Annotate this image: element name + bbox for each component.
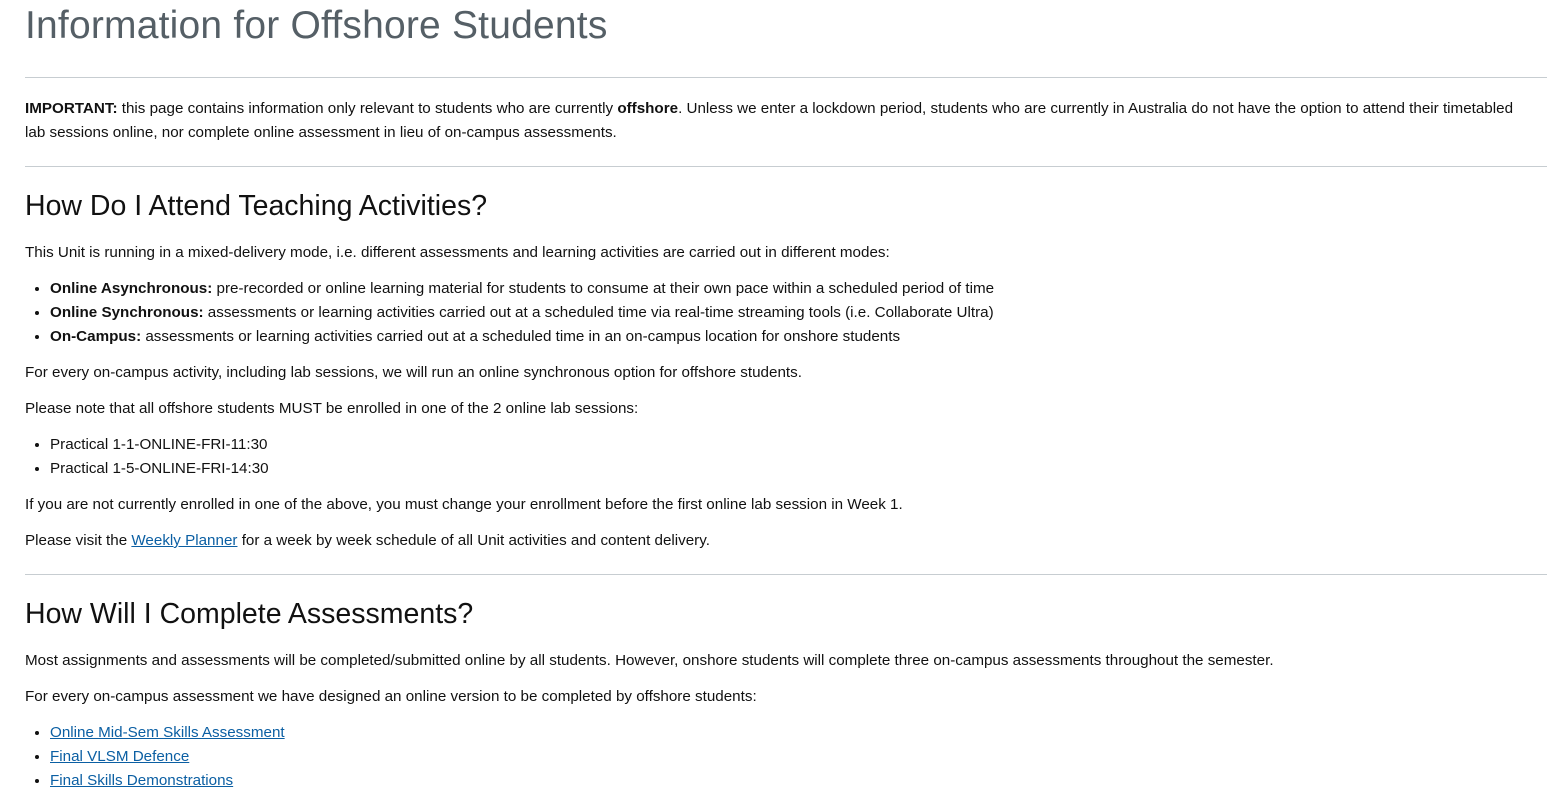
list-item: Final VLSM Defence <box>50 745 285 769</box>
page-title: Information for Offshore Students <box>25 4 608 47</box>
assess-intro: Most assignments and assessments will be… <box>25 649 1517 673</box>
important-text-1: this page contains information only rele… <box>117 100 618 117</box>
mid-sem-assessment-link[interactable]: Online Mid-Sem Skills Assessment <box>50 724 285 741</box>
enrollment-note-text: If you are not currently enrolled in one… <box>25 496 903 513</box>
important-label: IMPORTANT: <box>25 100 118 117</box>
lab-sessions-list: Practical 1-1-ONLINE-FRI-11:30 Practical… <box>25 433 269 481</box>
page-content: Information for Offshore Students IMPORT… <box>0 0 1547 805</box>
divider <box>25 574 1547 575</box>
assess-intro-text: Most assignments and assessments will be… <box>25 652 1274 669</box>
attend-intro: This Unit is running in a mixed-delivery… <box>25 241 1517 265</box>
list-item: Online Asynchronous: pre-recorded or onl… <box>50 277 994 301</box>
every-activity-text: For every on-campus activity, including … <box>25 364 802 381</box>
vlsm-defence-link[interactable]: Final VLSM Defence <box>50 748 189 765</box>
every-assessment-paragraph: For every on-campus assessment we have d… <box>25 685 1517 709</box>
weekly-planner-link[interactable]: Weekly Planner <box>131 532 237 549</box>
important-paragraph: IMPORTANT: this page contains informatio… <box>25 97 1517 145</box>
list-item: Online Mid-Sem Skills Assessment <box>50 721 285 745</box>
visit-suffix: for a week by week schedule of all Unit … <box>237 532 710 549</box>
list-item: On-Campus: assessments or learning activ… <box>50 325 994 349</box>
delivery-modes-list: Online Asynchronous: pre-recorded or onl… <box>25 277 994 349</box>
please-note-text: Please note that all offshore students M… <box>25 400 639 417</box>
section-heading-attend: How Do I Attend Teaching Activities? <box>25 190 488 222</box>
mode-text: assessments or learning activities carri… <box>141 328 901 345</box>
every-activity-paragraph: For every on-campus activity, including … <box>25 361 1517 385</box>
list-item: Online Synchronous: assessments or learn… <box>50 301 994 325</box>
mode-label: Online Synchronous: <box>50 304 204 321</box>
mode-text: pre-recorded or online learning material… <box>212 280 995 297</box>
important-notice: IMPORTANT: this page contains informatio… <box>25 97 1517 145</box>
please-note-paragraph: Please note that all offshore students M… <box>25 397 1517 421</box>
visit-prefix: Please visit the <box>25 532 132 549</box>
list-item: Practical 1-1-ONLINE-FRI-11:30 <box>50 433 269 457</box>
important-bold-word: offshore <box>617 100 679 117</box>
skills-demonstrations-link[interactable]: Final Skills Demonstrations <box>50 772 233 789</box>
every-assessment-text: For every on-campus assessment we have d… <box>25 688 757 705</box>
attend-intro-text: This Unit is running in a mixed-delivery… <box>25 244 890 261</box>
mode-label: Online Asynchronous: <box>50 280 213 297</box>
mode-text: assessments or learning activities carri… <box>203 304 994 321</box>
weekly-planner-text: Please visit the Weekly Planner for a we… <box>25 529 1517 553</box>
assessment-links-list: Online Mid-Sem Skills Assessment Final V… <box>25 721 285 793</box>
enrollment-note-paragraph: If you are not currently enrolled in one… <box>25 493 1517 517</box>
list-item: Practical 1-5-ONLINE-FRI-14:30 <box>50 457 269 481</box>
list-item: Final Skills Demonstrations <box>50 769 285 793</box>
divider <box>25 166 1547 167</box>
section-heading-assess: How Will I Complete Assessments? <box>25 598 474 630</box>
divider <box>25 77 1547 78</box>
mode-label: On-Campus: <box>50 328 142 345</box>
weekly-planner-paragraph: Please visit the Weekly Planner for a we… <box>25 529 1517 553</box>
